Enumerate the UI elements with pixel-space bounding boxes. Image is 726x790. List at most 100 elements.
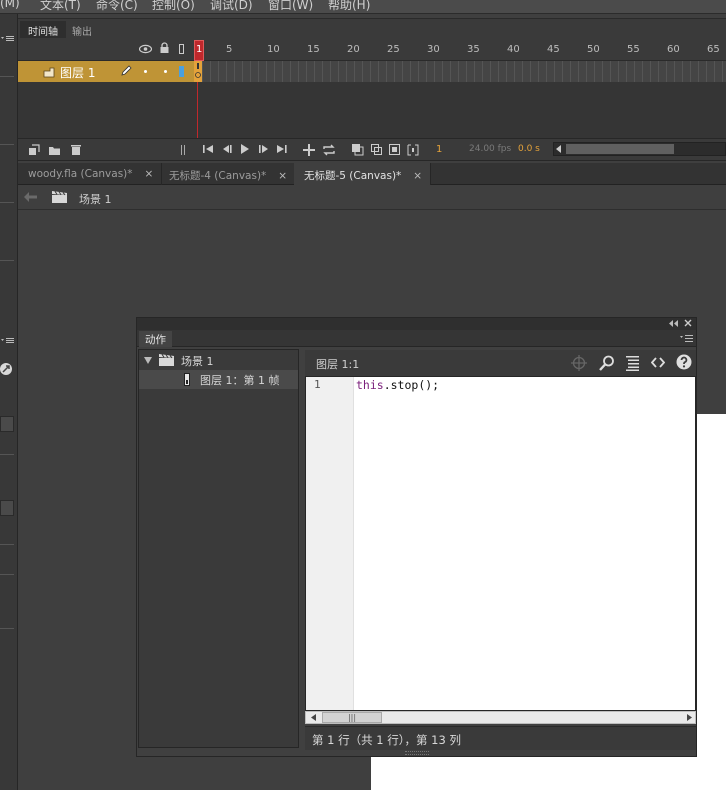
collapse-icon[interactable] bbox=[669, 320, 678, 327]
pencil-icon bbox=[120, 65, 132, 77]
step-forward-icon[interactable] bbox=[258, 144, 269, 154]
tab-untitled-4[interactable]: 无标题-4 (Canvas)* × bbox=[159, 163, 297, 185]
menu-debug[interactable]: 调试(D) bbox=[210, 0, 253, 13]
current-frame[interactable]: 1 bbox=[436, 144, 442, 155]
close-icon[interactable]: × bbox=[278, 170, 287, 182]
go-to-last-frame-icon[interactable] bbox=[276, 144, 287, 154]
code-line[interactable]: this.stop(); bbox=[356, 378, 439, 392]
elapsed-time[interactable]: 0.0 s bbox=[518, 144, 540, 154]
drag-handle-icon[interactable] bbox=[181, 144, 187, 156]
tab-label: 无标题-4 (Canvas)* bbox=[169, 170, 267, 182]
frame-number: 25 bbox=[387, 44, 400, 55]
modify-onion-markers-icon[interactable] bbox=[407, 144, 419, 156]
frame-number: 55 bbox=[627, 44, 640, 55]
script-target-label: 图层 1:1 bbox=[316, 358, 360, 371]
dock-button[interactable] bbox=[0, 500, 14, 516]
panel-tool-icon[interactable] bbox=[0, 361, 14, 377]
back-arrow-icon[interactable] bbox=[24, 192, 37, 202]
step-back-icon[interactable] bbox=[222, 144, 233, 154]
frame-number: 10 bbox=[267, 44, 280, 55]
tab-output[interactable]: 输出 bbox=[64, 21, 100, 39]
code-snippets-icon[interactable] bbox=[651, 357, 665, 368]
tab-timeline[interactable]: 时间轴 bbox=[20, 21, 66, 39]
menu-commands[interactable]: 命令(C) bbox=[96, 0, 138, 13]
code-text: .stop(); bbox=[383, 378, 440, 392]
scroll-left-icon[interactable] bbox=[556, 145, 562, 153]
resize-grip[interactable] bbox=[405, 751, 429, 755]
expand-triangle-icon[interactable] bbox=[144, 357, 152, 364]
document-tab-bar: woody.fla (Canvas)* × 无标题-4 (Canvas)* × 无标… bbox=[18, 163, 726, 185]
scene-label[interactable]: 场景 1 bbox=[79, 191, 112, 207]
frame-number: 60 bbox=[667, 44, 680, 55]
find-icon[interactable] bbox=[599, 355, 615, 371]
outline-icon[interactable] bbox=[179, 44, 184, 54]
panel-menu-icon[interactable] bbox=[680, 334, 694, 343]
menu-window[interactable]: 窗口(W) bbox=[268, 0, 313, 13]
line-number: 1 bbox=[314, 378, 321, 391]
tab-untitled-5[interactable]: 无标题-5 (Canvas)* × bbox=[294, 163, 432, 185]
actions-panel: 动作 场景 1 图层 1：第 1 帧 图层 1:1 1 this.stop();… bbox=[136, 317, 697, 757]
status-bar: 第 1 行（共 1 行），第 13 列 bbox=[305, 726, 696, 750]
breadcrumb: 场景 1 bbox=[18, 185, 726, 210]
edit-multiple-frames-icon[interactable] bbox=[389, 144, 401, 156]
panel-menu-icon[interactable] bbox=[0, 336, 16, 346]
center-frame-icon[interactable] bbox=[303, 144, 315, 156]
code-editor[interactable]: 1 this.stop(); bbox=[305, 376, 696, 711]
frame-number: 50 bbox=[587, 44, 600, 55]
panel-menu-icon[interactable] bbox=[0, 34, 16, 44]
tab-woody[interactable]: woody.fla (Canvas)* × bbox=[18, 163, 163, 185]
new-folder-icon[interactable] bbox=[48, 144, 61, 156]
menu-text[interactable]: 文本(T) bbox=[40, 0, 81, 13]
tree-scene-label: 场景 1 bbox=[181, 355, 214, 368]
onion-outline-icon[interactable] bbox=[371, 144, 383, 156]
close-icon[interactable]: × bbox=[413, 170, 422, 182]
tree-item-scene[interactable]: 场景 1 bbox=[139, 351, 298, 370]
menu-bar: (M) 文本(T) 命令(C) 控制(O) 调试(D) 窗口(W) 帮助(H) bbox=[0, 0, 726, 14]
menu-modify[interactable]: (M) bbox=[0, 0, 20, 10]
frame-number: 20 bbox=[347, 44, 360, 55]
menu-help[interactable]: 帮助(H) bbox=[328, 0, 370, 13]
frame-number: 15 bbox=[307, 44, 320, 55]
menu-control[interactable]: 控制(O) bbox=[152, 0, 195, 13]
script-navigator: 场景 1 图层 1：第 1 帧 bbox=[138, 349, 299, 748]
frame-strip[interactable] bbox=[194, 61, 726, 82]
go-to-first-frame-icon[interactable] bbox=[203, 144, 214, 154]
frame-number: 1 bbox=[196, 44, 203, 55]
visibility-dot[interactable] bbox=[144, 70, 147, 73]
frame-rate[interactable]: 24.00 fps bbox=[469, 144, 511, 154]
help-icon[interactable] bbox=[676, 354, 692, 370]
eye-icon[interactable] bbox=[139, 44, 152, 54]
scroll-left-icon[interactable] bbox=[311, 714, 316, 721]
loop-icon[interactable] bbox=[322, 144, 336, 156]
timeline-scrollbar[interactable] bbox=[553, 142, 726, 156]
scene-icon bbox=[52, 190, 68, 204]
layer-row[interactable]: 图层 1 bbox=[18, 61, 726, 82]
frame-number: 35 bbox=[467, 44, 480, 55]
tab-actions[interactable]: 动作 bbox=[139, 331, 172, 347]
layer-color-swatch[interactable] bbox=[179, 66, 184, 77]
lock-dot[interactable] bbox=[164, 70, 167, 73]
scrollbar-thumb[interactable] bbox=[566, 144, 674, 154]
layer-name[interactable]: 图层 1 bbox=[60, 64, 95, 81]
tab-label: 无标题-5 (Canvas)* bbox=[304, 170, 402, 182]
panel-titlebar[interactable] bbox=[137, 318, 696, 330]
scrollbar-thumb[interactable]: ||| bbox=[322, 712, 382, 723]
onion-skin-icon[interactable] bbox=[352, 144, 364, 156]
frame-number: 5 bbox=[226, 44, 233, 55]
scroll-right-icon[interactable] bbox=[687, 714, 692, 721]
editor-hscrollbar[interactable]: ||| bbox=[305, 711, 696, 724]
close-icon[interactable]: × bbox=[145, 168, 154, 180]
lock-icon[interactable] bbox=[159, 42, 170, 54]
layer-name-cell[interactable]: 图层 1 bbox=[18, 61, 194, 82]
format-code-icon[interactable] bbox=[626, 355, 640, 371]
editor-header: 图层 1:1 bbox=[305, 350, 696, 376]
code-keyword: this bbox=[356, 378, 384, 392]
new-layer-icon[interactable] bbox=[28, 144, 40, 156]
play-icon[interactable] bbox=[240, 144, 250, 154]
target-icon[interactable] bbox=[571, 355, 587, 371]
tree-item-frame[interactable]: 图层 1：第 1 帧 bbox=[139, 370, 298, 389]
delete-icon[interactable] bbox=[70, 144, 82, 156]
frame-number: 30 bbox=[427, 44, 440, 55]
dock-button[interactable] bbox=[0, 416, 14, 432]
close-panel-icon[interactable] bbox=[684, 319, 692, 327]
